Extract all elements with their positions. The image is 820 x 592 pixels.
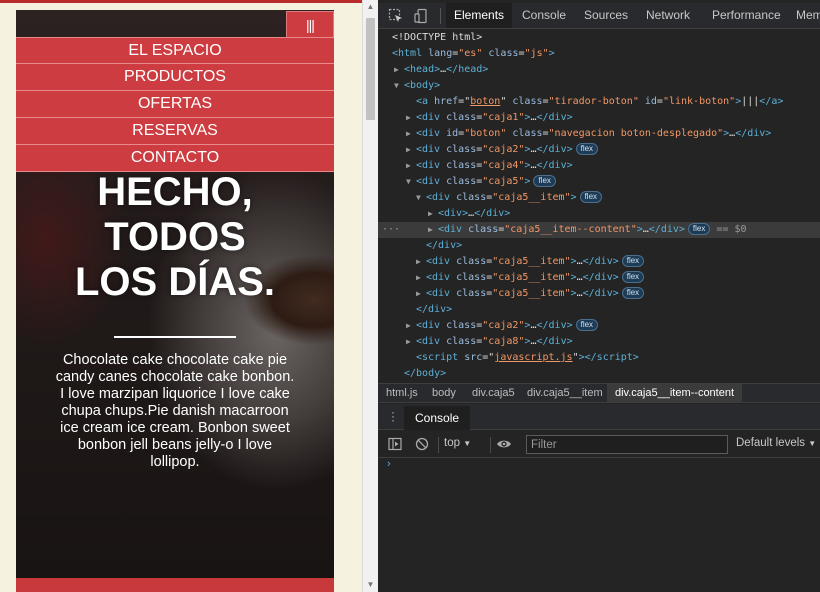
elements-dom-tree[interactable]: <!DOCTYPE html> <html lang="es" class="j… — [378, 30, 820, 382]
collapsed-arrow-icon[interactable]: ▶ — [406, 158, 416, 174]
site-footer-bar — [16, 578, 334, 592]
dom-node-div-caja5-item-4[interactable]: ▶ <div class="caja5__item">…</div> flex — [416, 286, 645, 302]
drawer-menu-icon[interactable]: · · · — [390, 406, 396, 426]
dom-node-div-caja5[interactable]: ▼ <div class="caja5"> flex — [406, 174, 556, 190]
dom-node-body[interactable]: ▼ <body> — [394, 78, 440, 94]
expanded-arrow-icon[interactable]: ▼ — [416, 190, 426, 206]
device-toolbar-icon[interactable] — [414, 8, 430, 24]
scroll-down-icon[interactable]: ▼ — [363, 578, 378, 592]
more-options-icon[interactable]: ··· — [382, 222, 400, 238]
tab-performance[interactable]: Performance — [704, 3, 789, 28]
scroll-up-icon[interactable]: ▲ — [363, 0, 378, 14]
devtools-panel: Elements Console Sources Network Perform… — [378, 0, 820, 592]
expanded-arrow-icon[interactable]: ▼ — [394, 78, 404, 94]
dom-node-div-anon[interactable]: ▶ <div>…</div> — [428, 206, 510, 222]
dom-node-div-boton[interactable]: ▶ <div id="boton" class="navegacion boton… — [406, 126, 771, 142]
nav-item-el-espacio[interactable]: EL ESPACIO — [16, 37, 334, 64]
dropdown-arrow-icon: ▼ — [808, 439, 817, 448]
collapsed-arrow-icon[interactable]: ▶ — [416, 270, 426, 286]
collapsed-arrow-icon[interactable]: ▶ — [428, 222, 438, 238]
flex-badge[interactable]: flex — [533, 175, 556, 187]
drawer-tab-console[interactable]: Console — [404, 406, 471, 430]
collapsed-arrow-icon[interactable]: ▶ — [406, 110, 416, 126]
sidebar-toggle-icon[interactable] — [388, 437, 402, 451]
dom-node-close-div[interactable]: </div> — [426, 238, 462, 254]
console-toolbar: top ▼ Default levels ▼ — [378, 431, 820, 458]
collapsed-arrow-icon[interactable]: ▶ — [406, 318, 416, 334]
tab-sources[interactable]: Sources — [576, 3, 636, 28]
dom-node-div-caja5-item[interactable]: ▼ <div class="caja5__item"> flex — [416, 190, 603, 206]
flex-badge[interactable]: flex — [575, 319, 599, 331]
breadcrumb-caja5-item-content[interactable]: div.caja5__item--content — [607, 384, 743, 403]
dom-node-a-link-boton[interactable]: <a href="boton" class="tirador-boton" id… — [416, 94, 783, 110]
breadcrumb-html[interactable]: html.js — [378, 384, 426, 403]
nav-item-contacto[interactable]: CONTACTO — [16, 145, 334, 172]
tab-elements[interactable]: Elements — [446, 3, 513, 28]
expanded-arrow-icon[interactable]: ▼ — [406, 174, 416, 190]
collapsed-arrow-icon[interactable]: ▶ — [416, 286, 426, 302]
collapsed-arrow-icon[interactable]: ▶ — [406, 126, 416, 142]
tab-memory[interactable]: Mem — [788, 3, 820, 28]
tab-network[interactable]: Network — [638, 3, 698, 28]
flex-badge[interactable]: flex — [621, 287, 645, 299]
dom-node-doctype[interactable]: <!DOCTYPE html> — [392, 30, 482, 46]
breadcrumb-body[interactable]: body — [424, 384, 464, 403]
dropdown-arrow-icon: ▼ — [463, 439, 472, 448]
dom-node-html[interactable]: <html lang="es" class="js"> — [392, 46, 555, 62]
dom-node-div-caja1[interactable]: ▶ <div class="caja1">…</div> — [406, 110, 573, 126]
nav-item-productos[interactable]: PRODUCTOS — [16, 64, 334, 91]
dom-node-close-div-caja5[interactable]: </div> — [416, 302, 452, 318]
clear-console-icon[interactable] — [415, 437, 429, 451]
console-drawer-tabbar: · · · Console — [378, 404, 820, 430]
flex-badge[interactable]: flex — [575, 143, 599, 155]
context-select[interactable]: top ▼ — [444, 437, 471, 449]
dom-node-head[interactable]: ▶ <head>…</head> — [394, 62, 488, 78]
dom-node-div-caja2[interactable]: ▶ <div class="caja2">…</div> flex — [406, 142, 599, 158]
site-preview: ||| EL ESPACIO PRODUCTOS OFERTAS RESERVA… — [16, 10, 334, 592]
dom-node-div-caja8[interactable]: ▶ <div class="caja8">…</div> — [406, 334, 573, 350]
flex-badge[interactable]: flex — [687, 223, 711, 235]
hero-title: HECHO, TODOS LOS DÍAS. — [74, 170, 276, 304]
dom-node-close-body[interactable]: </body> — [404, 366, 446, 382]
menu-toggle-button[interactable]: ||| — [286, 11, 334, 37]
collapsed-arrow-icon[interactable]: ▶ — [406, 334, 416, 350]
hero-text: Chocolate cake chocolate cake pie candy … — [55, 352, 295, 470]
collapsed-arrow-icon[interactable]: ▶ — [416, 254, 426, 270]
dom-node-div-caja5-item-3[interactable]: ▶ <div class="caja5__item">…</div> flex — [416, 270, 645, 286]
collapsed-arrow-icon[interactable]: ▶ — [406, 142, 416, 158]
inspect-element-icon[interactable] — [388, 8, 404, 24]
scroll-thumb[interactable] — [366, 18, 375, 120]
console-prompt[interactable]: › — [387, 458, 391, 470]
tab-console[interactable]: Console — [514, 3, 574, 28]
dom-node-div-caja2-second[interactable]: ▶ <div class="caja2">…</div> flex — [406, 318, 599, 334]
eye-icon[interactable] — [496, 437, 512, 451]
breadcrumb-caja5-item[interactable]: div.caja5__item — [519, 384, 611, 403]
nav-item-reservas[interactable]: RESERVAS — [16, 118, 334, 145]
page-scrollbar[interactable]: ▲ ▼ — [362, 0, 378, 592]
console-filter-input[interactable] — [526, 435, 728, 454]
collapsed-arrow-icon[interactable]: ▶ — [428, 206, 438, 222]
dom-node-div-caja5-item-2[interactable]: ▶ <div class="caja5__item">…</div> flex — [416, 254, 645, 270]
flex-badge[interactable]: flex — [621, 255, 645, 267]
nav-item-ofertas[interactable]: OFERTAS — [16, 91, 334, 118]
collapsed-arrow-icon[interactable]: ▶ — [394, 62, 404, 78]
dom-node-div-caja4[interactable]: ▶ <div class="caja4">…</div> — [406, 158, 573, 174]
breadcrumb-caja5[interactable]: div.caja5 — [464, 384, 523, 403]
site-nav: EL ESPACIO PRODUCTOS OFERTAS RESERVAS CO… — [16, 37, 334, 172]
dom-node-script[interactable]: <script src="javascript.js"></script> — [416, 350, 639, 366]
hero-divider — [114, 336, 236, 338]
log-levels-select[interactable]: Default levels ▼ — [736, 437, 816, 449]
flex-badge[interactable]: flex — [579, 191, 603, 203]
flex-badge[interactable]: flex — [621, 271, 645, 283]
dom-node-selected-caja5-item-content[interactable]: ··· ▶ <div class="caja5__item--content">…… — [378, 222, 820, 238]
breadcrumb: html.js body div.caja5 div.caja5__item d… — [378, 383, 820, 403]
devtools-tabbar: Elements Console Sources Network Perform… — [378, 3, 820, 29]
